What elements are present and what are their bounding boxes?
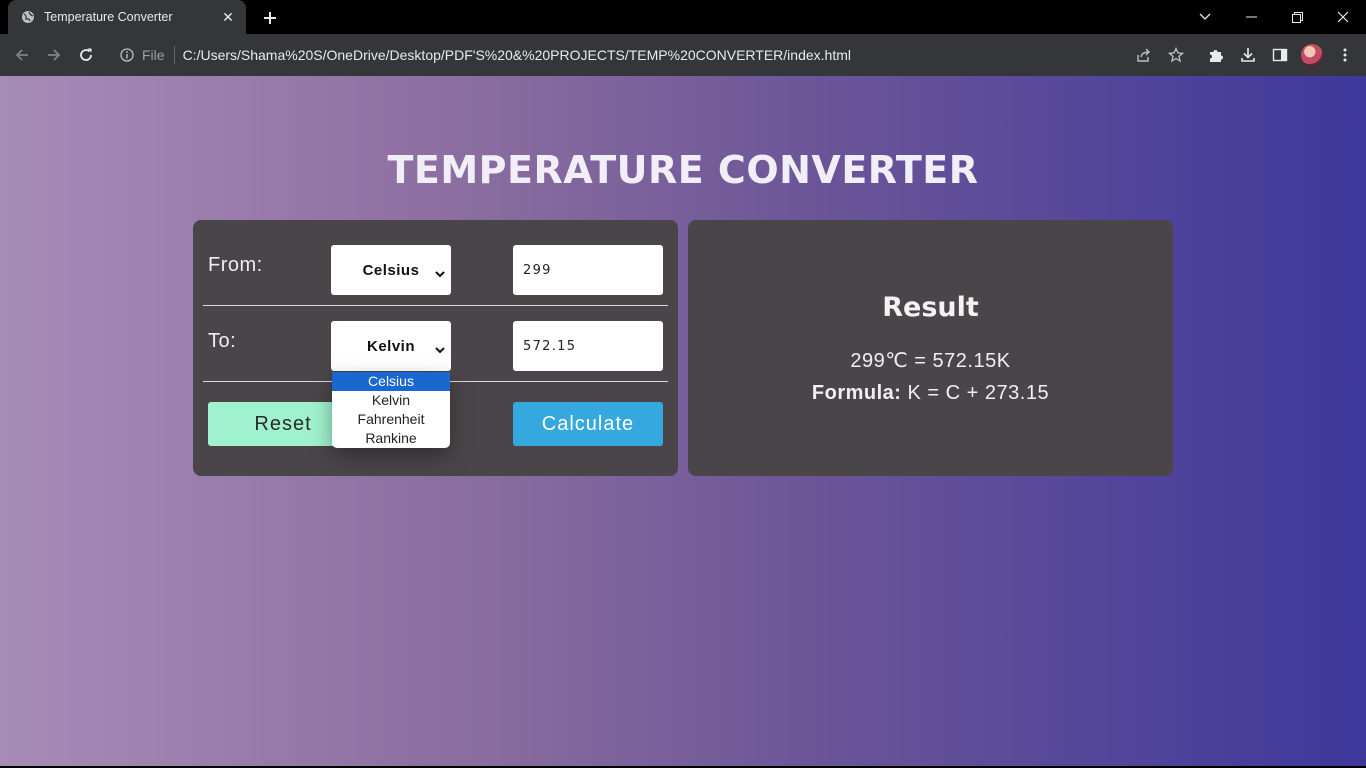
output-value-field[interactable]: 572.15 bbox=[513, 321, 663, 371]
close-window-icon[interactable] bbox=[1320, 0, 1366, 34]
page-viewport: TEMPERATURE CONVERTER From: Celsius 299 … bbox=[0, 76, 1366, 766]
bookmark-star-icon[interactable] bbox=[1164, 43, 1188, 67]
browser-tab[interactable]: Temperature Converter ✕ bbox=[8, 0, 246, 34]
formula-label: Formula: bbox=[811, 382, 902, 404]
from-label: From: bbox=[208, 254, 263, 276]
input-value-field[interactable]: 299 bbox=[513, 245, 663, 295]
download-icon[interactable] bbox=[1236, 43, 1260, 67]
new-tab-button[interactable] bbox=[258, 6, 282, 30]
chevron-down-icon bbox=[435, 265, 445, 283]
formula-text: K = C + 273.15 bbox=[907, 382, 1050, 404]
minimize-icon[interactable] bbox=[1228, 0, 1274, 34]
unit-dropdown-list: Celsius Kelvin Fahrenheit Rankine bbox=[332, 372, 450, 448]
side-panel-icon[interactable] bbox=[1268, 43, 1292, 67]
profile-avatar[interactable] bbox=[1301, 44, 1323, 66]
file-scheme-label: File bbox=[142, 47, 165, 63]
restore-icon[interactable] bbox=[1274, 0, 1320, 34]
extensions-puzzle-icon[interactable] bbox=[1204, 43, 1228, 67]
result-formula: Formula: K = C + 273.15 bbox=[688, 382, 1173, 405]
dropdown-option-rankine[interactable]: Rankine bbox=[332, 429, 450, 448]
dropdown-option-kelvin[interactable]: Kelvin bbox=[332, 391, 450, 410]
to-label: To: bbox=[208, 330, 237, 352]
calculate-button[interactable]: Calculate bbox=[513, 402, 663, 446]
tab-close-icon[interactable]: ✕ bbox=[220, 9, 236, 26]
tab-title: Temperature Converter bbox=[44, 10, 173, 24]
omnibox-divider bbox=[173, 46, 175, 64]
result-equation: 299℃ = 572.15K bbox=[850, 350, 1011, 372]
to-unit-select[interactable]: Kelvin bbox=[331, 321, 451, 371]
menu-kebab-icon[interactable] bbox=[1333, 43, 1357, 67]
from-unit-value: Celsius bbox=[362, 261, 420, 279]
page-title: TEMPERATURE CONVERTER bbox=[387, 148, 979, 192]
reload-icon[interactable] bbox=[74, 43, 98, 67]
address-bar[interactable]: File C:/Users/Shama%20S/OneDrive/Desktop… bbox=[108, 39, 1168, 71]
globe-icon bbox=[20, 9, 36, 25]
url-text[interactable]: C:/Users/Shama%20S/OneDrive/Desktop/PDF'… bbox=[183, 47, 851, 63]
browser-toolbar: File C:/Users/Shama%20S/OneDrive/Desktop… bbox=[0, 34, 1366, 76]
from-unit-select[interactable]: Celsius bbox=[331, 245, 451, 295]
tab-strip: Temperature Converter ✕ bbox=[0, 0, 1366, 34]
info-icon[interactable] bbox=[116, 44, 138, 66]
tab-search-icon[interactable] bbox=[1182, 0, 1228, 34]
chevron-down-icon bbox=[435, 341, 445, 359]
share-icon[interactable] bbox=[1132, 43, 1156, 67]
dropdown-option-celsius[interactable]: Celsius bbox=[332, 372, 450, 391]
back-icon[interactable] bbox=[10, 43, 34, 67]
forward-icon[interactable] bbox=[42, 43, 66, 67]
dropdown-option-fahrenheit[interactable]: Fahrenheit bbox=[332, 410, 450, 429]
to-unit-value: Kelvin bbox=[366, 337, 415, 355]
result-title: Result bbox=[882, 292, 979, 323]
row-divider bbox=[203, 305, 668, 306]
result-panel: Result 299℃ = 572.15K Formula: K = C + 2… bbox=[688, 220, 1173, 476]
